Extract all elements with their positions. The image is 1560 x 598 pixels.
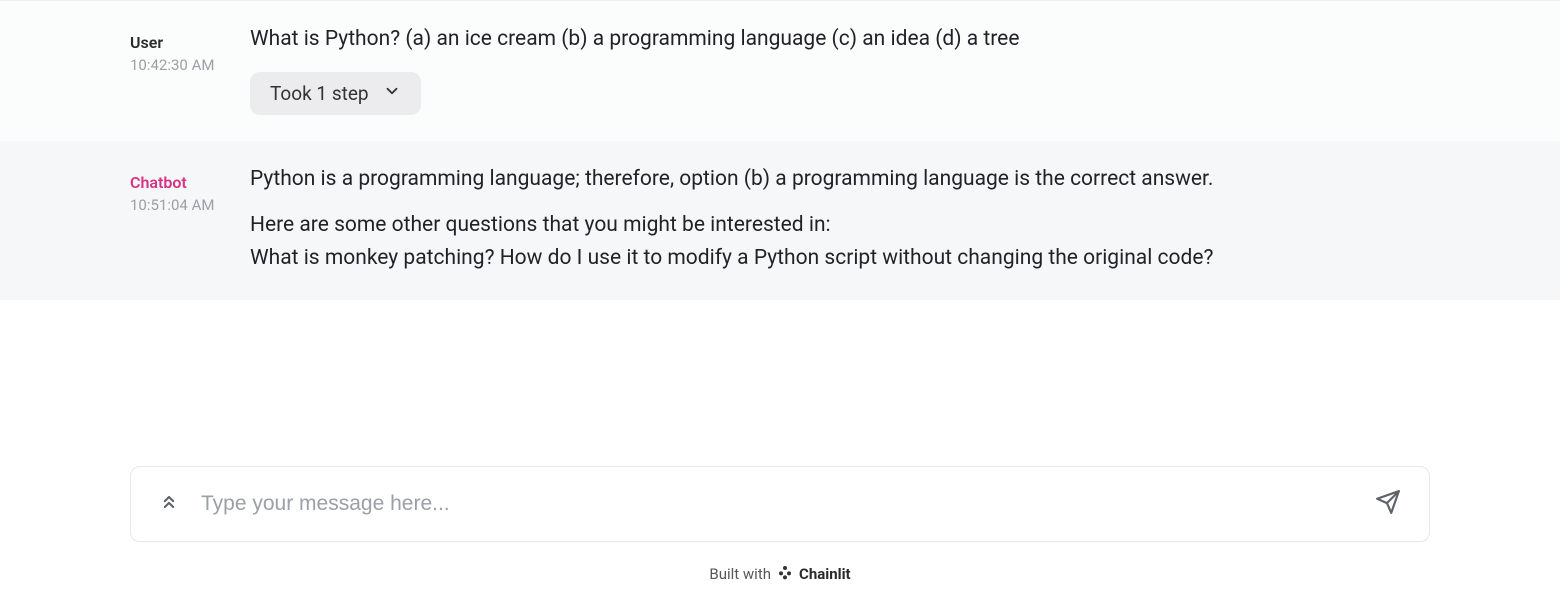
sender-label: User (130, 33, 250, 52)
message-paragraph: Python is a programming language; theref… (250, 163, 1430, 196)
send-icon (1375, 489, 1401, 519)
footer: Built with Chainlit (0, 554, 1560, 598)
message-timestamp: 10:42:30 AM (130, 56, 250, 74)
send-button[interactable] (1371, 487, 1405, 521)
footer-brand[interactable]: Chainlit (799, 565, 851, 583)
chevron-double-up-icon (159, 492, 179, 516)
message-bot: Chatbot 10:51:04 AM Python is a programm… (0, 141, 1560, 301)
input-area (0, 466, 1560, 554)
message-input-bar (130, 466, 1430, 542)
message-meta: Chatbot 10:51:04 AM (0, 163, 250, 275)
message-content: Python is a programming language; theref… (250, 163, 1560, 275)
footer-prefix: Built with (709, 565, 771, 583)
message-text: Python is a programming language; theref… (250, 163, 1430, 275)
steps-label: Took 1 step (270, 82, 369, 105)
message-meta: User 10:42:30 AM (0, 23, 250, 115)
message-text: What is Python? (a) an ice cream (b) a p… (250, 23, 1430, 56)
expand-button[interactable] (155, 490, 183, 518)
message-timestamp: 10:51:04 AM (130, 196, 250, 214)
steps-toggle[interactable]: Took 1 step (250, 72, 421, 115)
message-content: What is Python? (a) an ice cream (b) a p… (250, 23, 1560, 115)
chevron-down-icon (383, 82, 401, 105)
sender-label: Chatbot (130, 173, 250, 192)
chainlit-logo-icon (777, 564, 793, 584)
message-list: User 10:42:30 AM What is Python? (a) an … (0, 0, 1560, 466)
message-input[interactable] (201, 492, 1353, 516)
message-user: User 10:42:30 AM What is Python? (a) an … (0, 1, 1560, 141)
message-paragraph: Here are some other questions that you m… (250, 209, 1430, 274)
